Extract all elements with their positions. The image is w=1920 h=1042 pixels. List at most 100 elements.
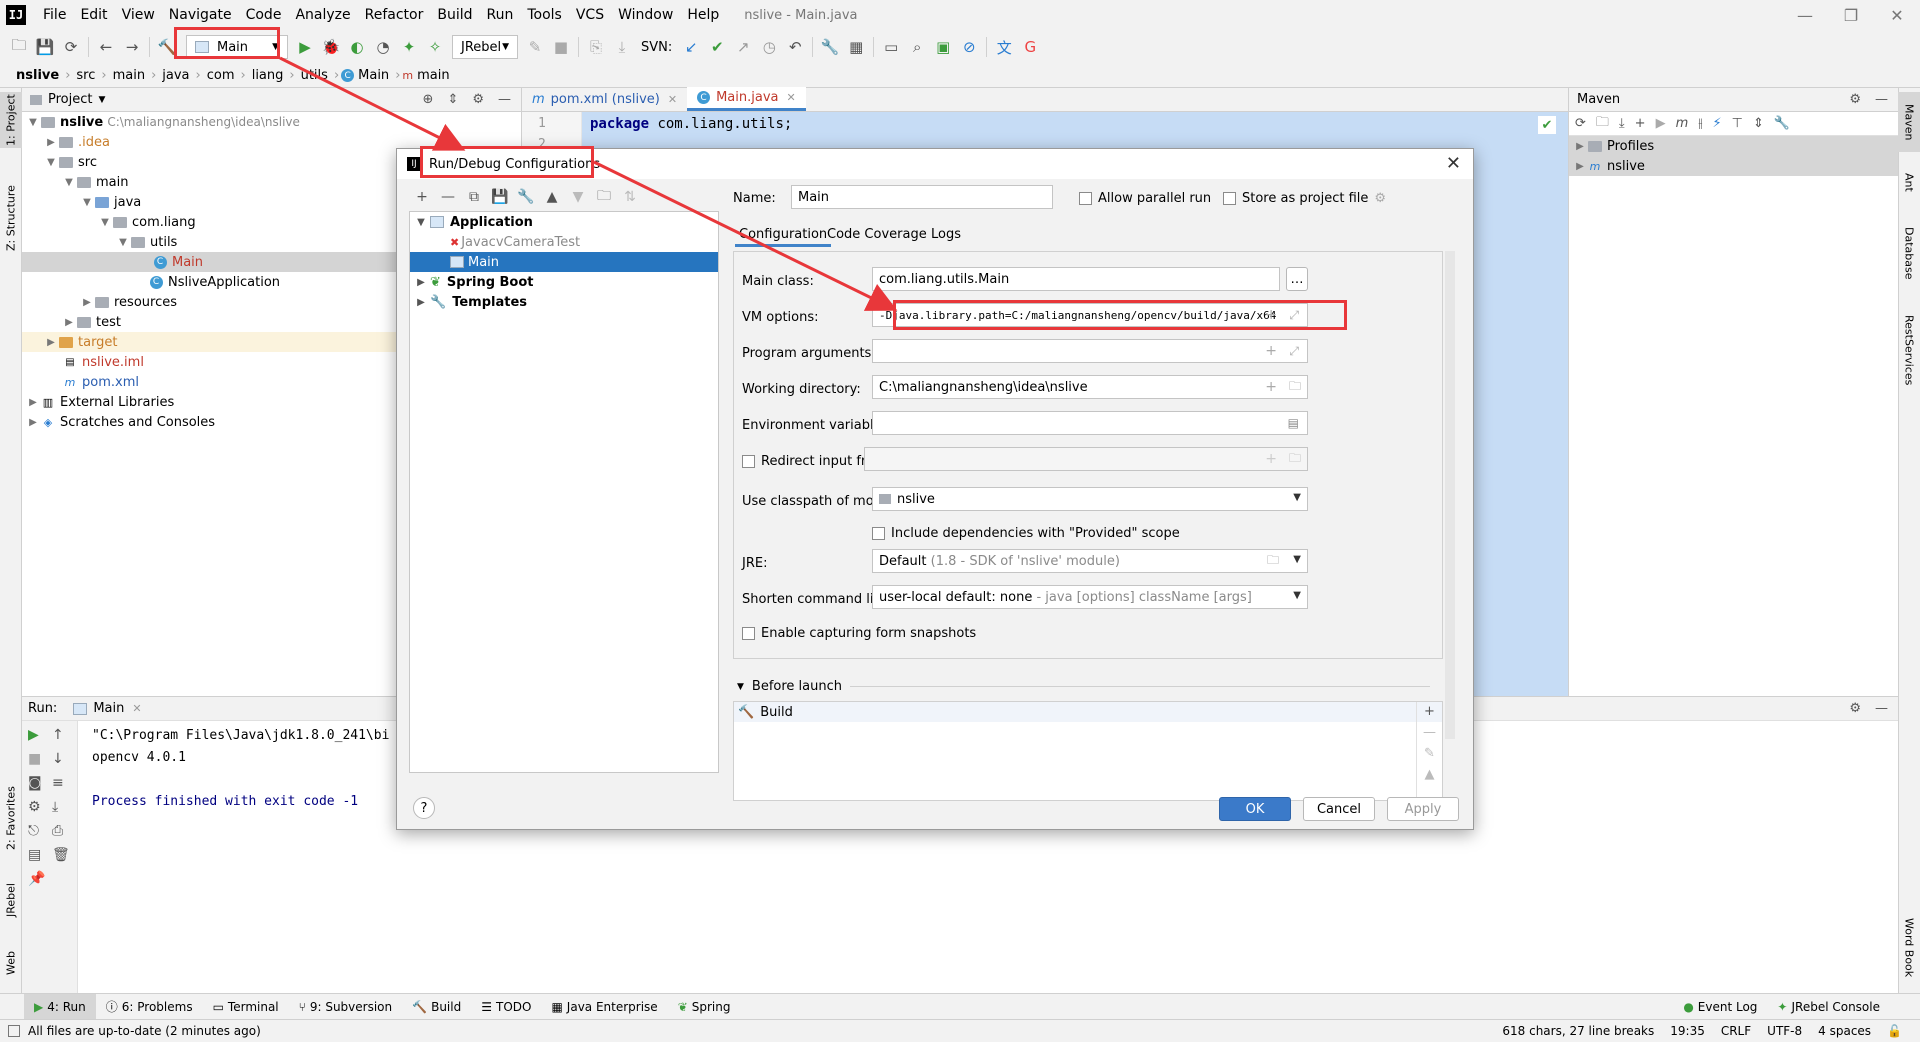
tool-tab-wordbook[interactable]: Word Book xyxy=(1898,908,1920,988)
maven-node-profiles[interactable]: ▶ Profiles xyxy=(1569,136,1898,156)
stop-icon[interactable]: ■ xyxy=(28,751,45,767)
classpath-select[interactable]: nslive ▼ xyxy=(872,487,1308,511)
working-dir-field[interactable]: C:\maliangnansheng\idea\nslive + 🗀 xyxy=(872,375,1308,399)
close-tab-icon[interactable]: ✕ xyxy=(786,91,795,104)
program-args-field[interactable]: + ⤢ xyxy=(872,339,1308,363)
console-output[interactable]: "C:\Program Files\Java\jdk1.8.0_241\bi o… xyxy=(92,725,389,813)
terminal-icon[interactable]: ▭ xyxy=(878,34,904,60)
show-dependencies-icon[interactable]: ⊤ xyxy=(1732,116,1743,131)
run-icon[interactable]: ▶ xyxy=(292,34,318,60)
coverage-icon[interactable]: ◐ xyxy=(344,34,370,60)
apply-button[interactable]: Apply xyxy=(1387,797,1459,821)
bottom-tab-jrebel-console[interactable]: ✦ JRebel Console xyxy=(1767,1000,1890,1014)
run-tab-main[interactable]: Main ✕ xyxy=(73,701,142,716)
jrebel-selector[interactable]: JRebel ▼ xyxy=(452,35,518,59)
tool-tab-structure[interactable]: Z: Structure xyxy=(0,178,22,258)
translate-icon[interactable]: 文 xyxy=(991,34,1017,60)
collapse-all-icon[interactable]: ⇕ xyxy=(447,92,458,107)
gear-icon[interactable]: ⚙ xyxy=(472,92,484,107)
back-icon[interactable]: ← xyxy=(93,34,119,60)
bottom-tab-terminal[interactable]: ▭ Terminal xyxy=(203,1000,289,1014)
breadcrumb-item[interactable]: java xyxy=(158,68,193,83)
camera-icon[interactable]: ◙ xyxy=(28,775,45,791)
settings-wrench-icon[interactable]: 🔧 xyxy=(1774,116,1790,131)
restore-icon[interactable]: ❐ xyxy=(1828,0,1874,30)
sort-icon[interactable]: ⇅ xyxy=(617,189,643,205)
menu-run[interactable]: Run xyxy=(480,7,521,23)
generate-sources-icon[interactable]: 🗀 xyxy=(1596,113,1609,135)
open-folder-icon[interactable]: 🗀 xyxy=(6,34,32,60)
svn-update-icon[interactable]: ↙ xyxy=(678,34,704,60)
config-node-javacv[interactable]: ✖ JavacvCameraTest xyxy=(410,232,718,252)
add-icon[interactable]: + xyxy=(1635,116,1646,131)
hide-icon[interactable]: — xyxy=(498,92,511,107)
power-save-icon[interactable]: ⊘ xyxy=(956,34,982,60)
status-position[interactable]: 19:35 xyxy=(1662,1024,1713,1038)
gear-icon[interactable]: ⚙ xyxy=(1849,701,1861,716)
main-class-field[interactable]: com.liang.utils.Main xyxy=(872,267,1280,291)
up-icon[interactable]: ↑ xyxy=(52,727,70,743)
config-node-spring-boot[interactable]: ▶ ❦ Spring Boot xyxy=(410,272,718,292)
collapse-all-icon[interactable]: ⇕ xyxy=(1753,116,1764,131)
pin-icon[interactable]: 📌 xyxy=(28,871,45,887)
move-down-icon[interactable]: ▼ xyxy=(565,189,591,205)
exit-icon[interactable]: ⎋ xyxy=(28,823,45,839)
print-icon[interactable]: ⎙ xyxy=(52,823,70,839)
include-deps-checkbox[interactable]: Include dependencies with "Provided" sco… xyxy=(872,526,1180,541)
jrebel-run-icon[interactable]: ✦ xyxy=(396,34,422,60)
tool-tab-project[interactable]: 1: Project xyxy=(0,92,22,148)
remove-icon[interactable]: — xyxy=(435,189,461,205)
search-icon[interactable]: ⌕ xyxy=(904,34,930,60)
config-node-templates[interactable]: ▶ 🔧 Templates xyxy=(410,292,718,312)
tool-tab-maven[interactable]: Maven xyxy=(1898,92,1920,152)
tab-logs[interactable]: Logs xyxy=(927,225,965,244)
reload-icon[interactable]: ⤓ xyxy=(609,34,635,60)
lock-icon[interactable]: 🔓 xyxy=(1879,1024,1910,1038)
menu-vcs[interactable]: VCS xyxy=(569,7,611,23)
before-launch-header[interactable]: ▼ Before launch xyxy=(737,679,1431,694)
breadcrumb-item[interactable]: utils xyxy=(297,68,332,83)
copy-icon[interactable]: ⧉ xyxy=(461,189,487,205)
env-vars-field[interactable]: ▤ xyxy=(872,411,1308,435)
bottom-tab-subversion[interactable]: ⑂ 9: Subversion xyxy=(289,1000,403,1014)
stop-icon[interactable]: ■ xyxy=(548,34,574,60)
trash-icon[interactable]: 🗑 xyxy=(52,847,70,863)
menu-file[interactable]: File xyxy=(36,7,73,23)
ok-button[interactable]: OK xyxy=(1219,797,1291,821)
bottom-tab-java-enterprise[interactable]: ▦ Java Enterprise xyxy=(541,1000,667,1014)
close-window-icon[interactable]: ✕ xyxy=(1874,0,1920,30)
down-icon[interactable]: ↓ xyxy=(52,751,70,767)
hide-icon[interactable]: — xyxy=(1875,701,1888,716)
close-icon[interactable]: ✕ xyxy=(1446,153,1461,174)
folder-icon[interactable]: 🗀 xyxy=(591,185,617,209)
profile-icon[interactable]: ◔ xyxy=(370,34,396,60)
bottom-tab-event-log[interactable]: ● Event Log xyxy=(1673,1000,1767,1014)
bottom-tab-run[interactable]: ▶ 4: Run xyxy=(24,993,96,1020)
scroll-end-icon[interactable]: ⤓ xyxy=(52,799,70,815)
add-icon[interactable]: + xyxy=(409,189,435,205)
add-icon[interactable]: + xyxy=(1424,704,1435,719)
project-structure-icon[interactable]: ▦ xyxy=(843,34,869,60)
skip-tests-icon[interactable]: ⚡ xyxy=(1712,116,1721,131)
soft-wrap-icon[interactable]: ≡ xyxy=(52,775,70,791)
jrebel-sync-icon[interactable]: ✎ xyxy=(522,34,548,60)
dialog-scrollbar[interactable] xyxy=(1445,251,1455,739)
menu-navigate[interactable]: Navigate xyxy=(162,7,239,23)
svn-revert-icon[interactable]: ↶ xyxy=(782,34,808,60)
chevron-down-icon[interactable]: ▼ xyxy=(98,95,105,105)
breadcrumb-item[interactable]: main xyxy=(413,68,453,83)
tree-node-root[interactable]: ▼ nslive C:\maliangnansheng\idea\nslive xyxy=(22,112,521,132)
svn-history-icon[interactable]: ◷ xyxy=(756,34,782,60)
layout-icon[interactable]: ▤ xyxy=(28,847,45,863)
menu-window[interactable]: Window xyxy=(611,7,680,23)
bottom-tab-spring[interactable]: ❦ Spring xyxy=(668,1000,741,1014)
toggle-offline-icon[interactable]: ⫲ xyxy=(1698,116,1702,131)
tab-main-java[interactable]: C Main.java ✕ xyxy=(687,87,806,111)
breadcrumb-item[interactable]: liang xyxy=(248,68,288,83)
tool-tab-restservices[interactable]: RestServices xyxy=(1898,300,1920,400)
translate-alt-icon[interactable]: G xyxy=(1017,34,1043,60)
breadcrumb-item[interactable]: Main xyxy=(354,68,393,83)
run-icon[interactable]: ▶ xyxy=(1656,116,1666,131)
wrench-icon[interactable]: 🔧 xyxy=(513,189,539,205)
tab-code-coverage[interactable]: Code Coverage xyxy=(823,225,931,244)
